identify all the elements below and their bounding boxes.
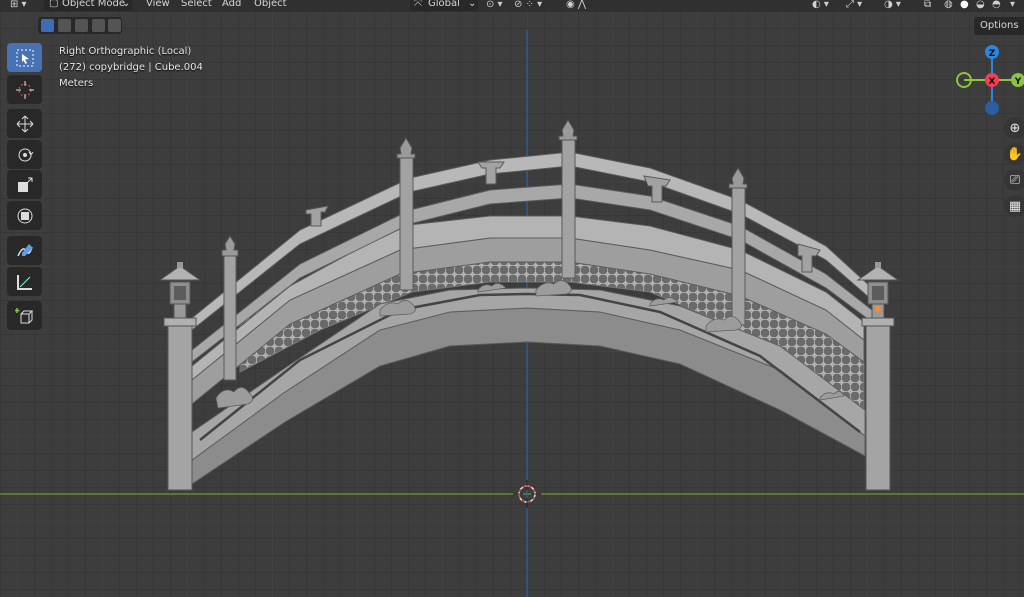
add-cube-icon: [14, 307, 33, 323]
grid-icon[interactable]: ▦: [1004, 195, 1024, 217]
transform-tool[interactable]: [7, 201, 42, 230]
object-origin-dot: [875, 306, 881, 312]
cursor-tool[interactable]: [7, 75, 42, 104]
active-object-line: (272) copybridge | Cube.004: [59, 62, 203, 73]
mode-icon: ▢: [49, 0, 59, 9]
select-new-icon[interactable]: [41, 19, 54, 32]
select-box-tool[interactable]: [7, 43, 42, 72]
move-tool[interactable]: [7, 109, 42, 138]
gizmo-z-label: Z: [989, 49, 996, 59]
select-invert-icon[interactable]: [92, 19, 105, 32]
3d-viewport[interactable]: ⊞ ▾ ▢ Object Mode ⌄ View Select Add Obje…: [0, 0, 1024, 597]
gizmo-y-label: Y: [1014, 77, 1022, 87]
scale-tool[interactable]: [7, 170, 42, 199]
zoom-icon[interactable]: ⊕: [1004, 117, 1024, 139]
select-extend-icon[interactable]: [58, 19, 71, 32]
editor-type-icon[interactable]: ⊞ ▾: [10, 0, 27, 10]
menu-add[interactable]: Add: [222, 0, 241, 11]
rotate-tool[interactable]: [7, 140, 42, 169]
pivot-icon[interactable]: ⊙ ▾: [486, 0, 503, 10]
select-intersect-icon[interactable]: [108, 19, 121, 32]
shading-rendered-icon[interactable]: ◓: [992, 0, 1001, 10]
move-icon: [16, 115, 33, 132]
shading-material-icon[interactable]: ◒: [976, 0, 985, 10]
orientation-label: Global: [428, 0, 460, 9]
units-label: Meters: [59, 78, 94, 89]
menu-view[interactable]: View: [146, 0, 170, 11]
menu-object[interactable]: Object: [254, 0, 287, 11]
chevron-down-icon[interactable]: ▾: [1010, 0, 1015, 10]
measure-icon: [16, 274, 32, 290]
select-box-icon: [16, 49, 33, 66]
pan-hand-icon[interactable]: ✋: [1004, 143, 1024, 165]
annotate-icon: [16, 243, 33, 256]
view-name: Right Orthographic (Local): [59, 46, 192, 57]
gizmo-icon[interactable]: ⤢ ▾: [846, 0, 862, 10]
gizmo-x-label: X: [989, 77, 996, 87]
measure-tool[interactable]: [7, 267, 42, 296]
options-label: Options: [980, 20, 1019, 31]
shading-solid-icon[interactable]: ●: [960, 0, 969, 10]
snap-icon[interactable]: ⊘ ⁘ ▾: [514, 0, 542, 10]
mode-label: Object Mode: [62, 0, 125, 9]
blender-window: ⊞ ▾ ▢ Object Mode ⌄ View Select Add Obje…: [0, 0, 1024, 597]
select-subtract-icon[interactable]: [75, 19, 88, 32]
proportional-edit-icon[interactable]: ◉ ⋀: [566, 0, 586, 10]
viewport-header: ⊞ ▾ ▢ Object Mode ⌄ View Select Add Obje…: [0, 0, 1024, 12]
mode-dropdown[interactable]: ▢ Object Mode ⌄: [44, 0, 132, 11]
scale-icon: [17, 177, 32, 192]
annotate-tool[interactable]: [7, 236, 42, 265]
visibility-icon[interactable]: ◐ ▾: [812, 0, 829, 10]
add-cube-tool[interactable]: [7, 301, 42, 330]
chevron-down-icon: ⌄: [122, 0, 131, 9]
select-mode-buttons: [38, 17, 122, 34]
transform-icon: [17, 208, 32, 223]
shading-wireframe-icon[interactable]: ◍: [944, 0, 953, 10]
camera-icon[interactable]: ⎚: [1004, 169, 1024, 191]
cursor-icon: [15, 80, 34, 99]
viewport-info: Right Orthographic (Local) (272) copybri…: [59, 44, 203, 92]
gizmo-neg-z-axis: [985, 101, 999, 115]
menu-select[interactable]: Select: [181, 0, 212, 11]
overlay-icon[interactable]: ◑ ▾: [884, 0, 901, 10]
orientation-dropdown[interactable]: ⤧ Global ⌄: [410, 0, 478, 11]
chevron-down-icon: ⌄: [468, 0, 477, 9]
navigation-gizmo[interactable]: Z Y X: [952, 42, 1024, 118]
options-button[interactable]: Options⌄: [974, 17, 1024, 35]
rotate-icon: [18, 148, 33, 161]
xray-icon[interactable]: ⧉: [924, 0, 931, 10]
orientation-icon: ⤧: [414, 0, 422, 9]
